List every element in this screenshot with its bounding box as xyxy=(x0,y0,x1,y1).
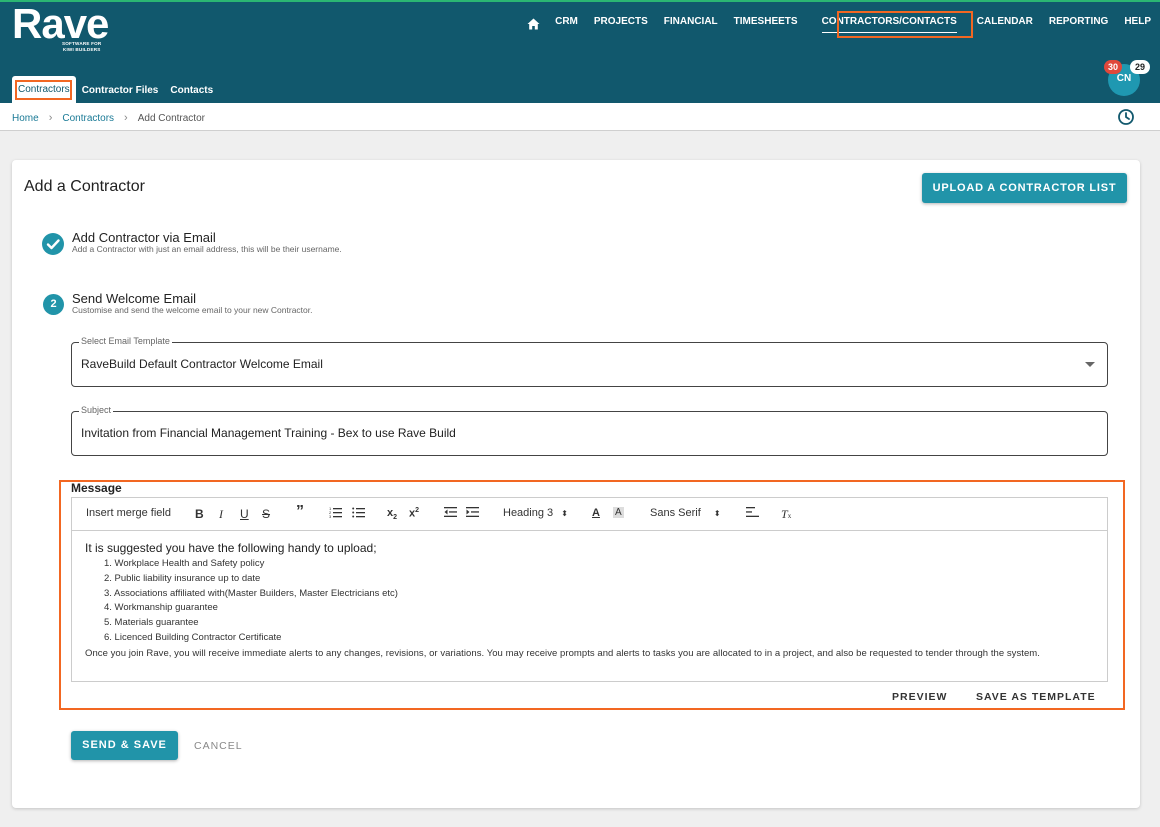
breadcrumb-home[interactable]: Home xyxy=(12,113,39,124)
subject-label: Subject xyxy=(79,405,114,415)
highlight-box-message xyxy=(59,480,1125,710)
nav-timesheets[interactable]: TIMESHEETS xyxy=(726,10,806,38)
home-icon xyxy=(527,18,540,30)
breadcrumb-separator: › xyxy=(48,112,53,124)
step-1-title: Add Contractor via Email xyxy=(72,230,216,245)
subnav-contractor-files[interactable]: Contractor Files xyxy=(76,79,165,103)
breadcrumb-current: Add Contractor xyxy=(137,112,205,124)
breadcrumb-separator: › xyxy=(124,112,128,124)
send-and-save-button[interactable]: SEND & SAVE xyxy=(71,731,178,760)
step-2-subtitle: Customise and send the welcome email to … xyxy=(72,305,313,315)
dropdown-caret-icon xyxy=(1085,362,1095,367)
nav-financial[interactable]: FINANCIAL xyxy=(656,10,726,38)
logo-tagline: SOFTWARE FOR KIWI BUILDERS xyxy=(62,41,102,52)
add-contractor-card: Add a Contractor UPLOAD A CONTRACTOR LIS… xyxy=(12,160,1140,808)
nav-help[interactable]: HELP xyxy=(1116,10,1160,38)
subject-value: Invitation from Financial Management Tra… xyxy=(81,426,456,440)
step-complete-check-icon xyxy=(42,233,64,255)
breadcrumb-contractors[interactable]: Contractors xyxy=(62,113,114,124)
step-1-subtitle: Add a Contractor with just an email addr… xyxy=(72,244,342,254)
breadcrumb: Home › Contractors › Add Contractor xyxy=(12,112,205,124)
email-template-label: Select Email Template xyxy=(79,336,172,346)
page-title: Add a Contractor xyxy=(24,178,145,195)
subnav-contacts[interactable]: Contacts xyxy=(164,79,219,103)
nav-calendar[interactable]: CALENDAR xyxy=(969,10,1041,38)
step-2-title: Send Welcome Email xyxy=(72,291,197,306)
step-2-number: 2 xyxy=(43,294,64,315)
upload-contractor-list-button[interactable]: UPLOAD A CONTRACTOR LIST xyxy=(922,173,1127,203)
email-template-select[interactable]: Select Email Template RaveBuild Default … xyxy=(71,336,1108,387)
subject-field[interactable]: Subject Invitation from Financial Manage… xyxy=(71,405,1108,456)
nav-home[interactable] xyxy=(519,10,547,38)
notification-badge-white[interactable]: 29 xyxy=(1130,60,1150,74)
notification-badge-red[interactable]: 30 xyxy=(1104,60,1122,74)
nav-crm[interactable]: CRM xyxy=(547,10,586,38)
nav-projects[interactable]: PROJECTS xyxy=(586,10,656,38)
highlight-box-subnav xyxy=(15,80,72,100)
email-template-value: RaveBuild Default Contractor Welcome Ema… xyxy=(81,357,323,371)
breadcrumb-bar: Home › Contractors › Add Contractor xyxy=(0,103,1160,131)
nav-reporting[interactable]: REPORTING xyxy=(1041,10,1116,38)
rave-logo[interactable]: Rave SOFTWARE FOR KIWI BUILDERS xyxy=(12,0,109,52)
history-clock-icon[interactable] xyxy=(1117,108,1135,126)
cancel-button[interactable]: CANCEL xyxy=(194,740,243,752)
highlight-box-nav xyxy=(837,11,973,38)
logo-wordmark: Rave xyxy=(12,0,109,47)
